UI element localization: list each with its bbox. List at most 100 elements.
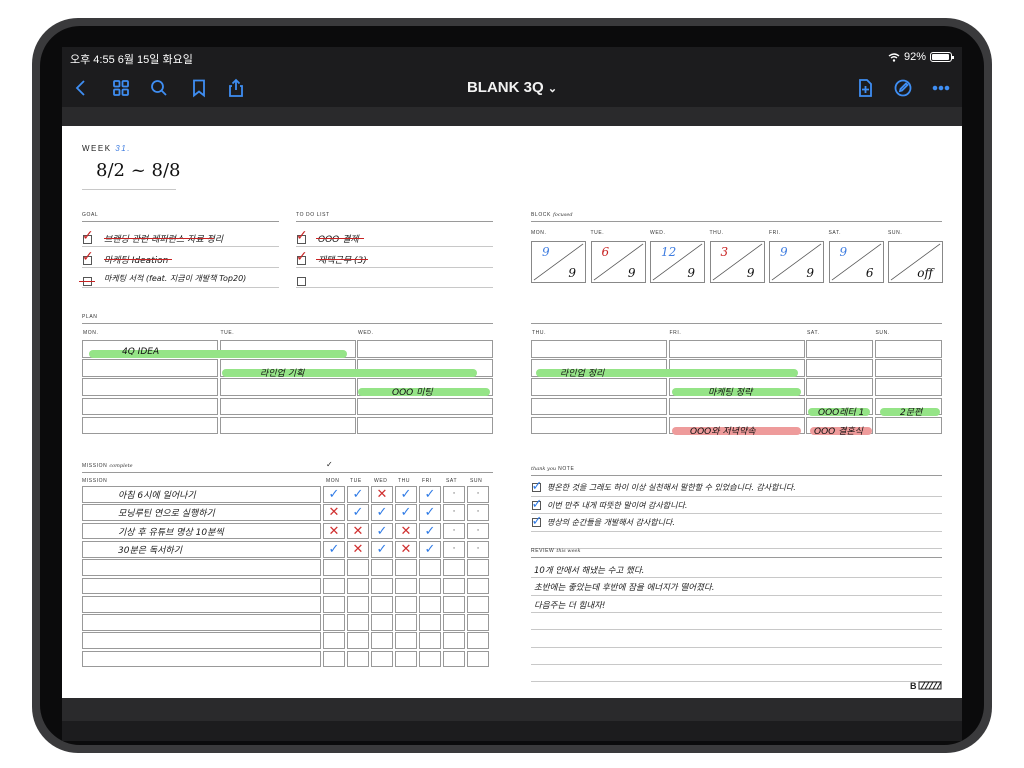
mission-day-cell[interactable] [323, 650, 345, 668]
block-target-hours: 9 [806, 266, 814, 280]
plan-weekend-cell[interactable] [806, 378, 873, 397]
plan-left-cell[interactable] [82, 416, 218, 435]
review-label-text: REVIEW [531, 548, 555, 554]
plan-right-cell[interactable] [668, 340, 805, 358]
plan-right-cell[interactable] [668, 397, 805, 416]
plan-left-cell[interactable] [82, 397, 218, 416]
add-page-icon[interactable] [852, 75, 878, 101]
mission-day-cell[interactable] [347, 650, 369, 668]
block-day-cell[interactable]: off [888, 241, 943, 283]
mission-day-cell[interactable] [467, 595, 489, 613]
mission-day-cell[interactable] [467, 577, 489, 595]
plan-weekend-cell[interactable] [874, 416, 942, 435]
mission-day-cell[interactable] [323, 632, 345, 650]
block-day-cell[interactable]: 96 [828, 241, 884, 283]
mission-day-cell[interactable] [347, 595, 369, 613]
mission-day-cell[interactable] [443, 632, 465, 650]
mission-day-cell[interactable] [419, 559, 441, 576]
plan-weekend-cell[interactable] [806, 340, 873, 358]
mission-day-cell[interactable] [371, 650, 393, 668]
block-focus-hours: 12 [661, 245, 677, 259]
mission-name-cell[interactable] [82, 614, 321, 631]
plan-right-cell[interactable] [531, 397, 667, 416]
block-focus-hours: 9 [839, 245, 848, 259]
plan-left-cell[interactable] [357, 397, 493, 416]
mission-day-cell[interactable] [323, 577, 345, 595]
mission-day-cell[interactable] [347, 577, 369, 595]
block-day-cell[interactable]: 99 [531, 241, 586, 283]
plan-left-cell[interactable] [219, 397, 356, 416]
mission-name-cell[interactable] [82, 577, 321, 595]
mission-day-cell[interactable] [347, 632, 369, 650]
plan-left-cell[interactable] [357, 416, 493, 435]
block-day-cell[interactable]: 12 9 [650, 241, 705, 283]
block-day-cell[interactable]: 69 [590, 241, 646, 283]
mission-day-cell[interactable] [347, 614, 369, 631]
mission-day-cell[interactable] [467, 559, 489, 576]
mission-name-cell[interactable] [82, 559, 321, 576]
mission-day-cell[interactable] [419, 650, 441, 668]
plan-left-cell[interactable] [82, 359, 218, 377]
mission-day-cell[interactable] [467, 632, 489, 650]
mission-day-cell[interactable] [395, 614, 417, 631]
review-line [531, 646, 942, 648]
more-options-icon[interactable] [928, 75, 954, 101]
plan-weekend-cell[interactable] [874, 359, 942, 377]
document-title-button[interactable]: BLANK 3Q ⌄ [467, 79, 557, 96]
plan-left-cell[interactable] [82, 378, 218, 397]
mission-day-cell[interactable] [419, 595, 441, 613]
mission-day-cell[interactable] [443, 650, 465, 668]
mission-day-label: THU [398, 478, 411, 484]
mission-day-cell[interactable] [467, 614, 489, 631]
mission-name-cell[interactable] [82, 632, 321, 650]
plan-right-cell[interactable] [531, 378, 667, 397]
mission-day-cell[interactable] [395, 595, 417, 613]
mission-day-cell[interactable] [371, 559, 393, 576]
thanks-item: 평온한 것을 그래도 하이 이상 실천해서 말한할 수 있었습니다. 감사합니다… [547, 483, 796, 492]
mission-name-cell[interactable] [82, 650, 321, 668]
mission-name-cell[interactable] [82, 595, 321, 613]
mission-day-cell[interactable] [467, 650, 489, 668]
bookmark-icon[interactable] [186, 75, 212, 101]
search-icon[interactable] [146, 75, 172, 101]
mission-day-cell[interactable] [347, 559, 369, 576]
mission-day-cell[interactable] [323, 614, 345, 631]
mission-day-cell[interactable] [395, 650, 417, 668]
plan-right-cell[interactable] [531, 416, 667, 435]
plan-right-cell[interactable] [531, 340, 667, 358]
thumbnails-grid-icon[interactable] [108, 75, 134, 101]
mission-day-cell[interactable] [395, 559, 417, 576]
week-label: WEEK 31. [82, 144, 131, 153]
plan-left-cell[interactable] [219, 378, 356, 397]
share-icon[interactable] [223, 75, 249, 101]
mission-day-cell[interactable] [395, 577, 417, 595]
plan-weekend-cell[interactable] [874, 340, 942, 358]
mission-day-cell[interactable] [443, 559, 465, 576]
mission-day-cell[interactable] [395, 632, 417, 650]
mission-day-cell[interactable] [323, 559, 345, 576]
plan-weekend-cell[interactable] [874, 378, 942, 397]
mission-day-cell[interactable] [371, 632, 393, 650]
back-chevron-icon[interactable] [68, 75, 94, 101]
mission-day-cell[interactable] [419, 614, 441, 631]
mission-day-cell[interactable] [371, 577, 393, 595]
mission-day-cell[interactable] [443, 614, 465, 631]
mission-day-cell[interactable] [323, 595, 345, 613]
annotate-pencil-icon[interactable] [890, 75, 916, 101]
plan-left-cell[interactable] [357, 340, 493, 358]
review-text: 초반에는 좋았는데 후반에 잠을 에너지가 떨어졌다. [534, 583, 715, 594]
mission-day-cell[interactable] [371, 614, 393, 631]
mission-day-cell[interactable] [443, 577, 465, 595]
mission-day-cell[interactable] [443, 595, 465, 613]
plan-weekend-cell[interactable] [806, 359, 873, 377]
block-diagonal [771, 243, 822, 281]
mission-day-cell[interactable] [419, 632, 441, 650]
todo-checkbox[interactable] [297, 277, 306, 286]
mission-day-cell[interactable] [419, 577, 441, 595]
block-day-cell[interactable]: 99 [769, 241, 824, 283]
plan-left-cell[interactable] [219, 416, 356, 435]
mission-day-cell[interactable] [371, 595, 393, 613]
block-day-cell[interactable]: 39 [709, 241, 765, 283]
planner-page[interactable]: WEEK 31. 8/2 ~ 8/8 GOAL ✓ 브랜딩 관련 레퍼런스 자료… [62, 126, 962, 698]
mission-day-label: WED [374, 478, 388, 484]
